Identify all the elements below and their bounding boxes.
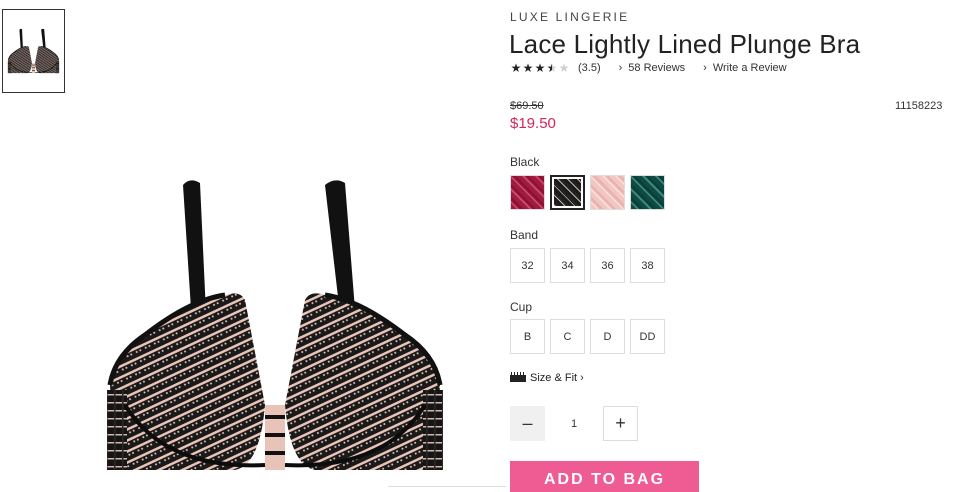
size-fit-link[interactable]: Size & Fit ›: [510, 371, 584, 384]
chevron-right-icon: ›: [618, 62, 623, 74]
quantity-stepper: – 1 +: [510, 406, 638, 441]
star-rating: ★ ★ ★ ★ ★: [510, 62, 570, 74]
cup-label: Cup: [510, 300, 533, 314]
cup-option-b[interactable]: B: [510, 319, 545, 354]
band-option-34[interactable]: 34: [550, 248, 585, 283]
product-main-image: [95, 175, 455, 475]
product-thumbnail[interactable]: [2, 9, 65, 93]
quantity-increase-button[interactable]: +: [603, 406, 638, 441]
product-sku: 11158223: [895, 100, 943, 112]
black-lace-swatch[interactable]: [550, 175, 585, 210]
chevron-right-icon: ›: [580, 372, 584, 384]
band-options: 32 34 36 38: [510, 248, 665, 283]
divider: [388, 486, 506, 487]
green-lace-swatch[interactable]: [630, 175, 665, 210]
selected-color-label: Black: [510, 155, 540, 169]
star-empty-icon: ★: [558, 61, 570, 75]
band-label: Band: [510, 228, 539, 242]
write-review-link[interactable]: Write a Review: [713, 62, 787, 74]
reviews-link[interactable]: 58 Reviews: [628, 62, 685, 74]
product-title: Lace Lightly Lined Plunge Bra: [509, 29, 861, 59]
band-option-38[interactable]: 38: [630, 248, 665, 283]
color-swatches: [510, 175, 665, 210]
bra-thumbnail-image: [7, 28, 60, 74]
star-half-icon: ★: [546, 61, 558, 75]
cup-option-d[interactable]: D: [590, 319, 625, 354]
star-icon: ★: [534, 61, 546, 75]
pink-lace-swatch[interactable]: [590, 175, 625, 210]
rating-value: (3.5): [578, 62, 601, 74]
cup-option-dd[interactable]: DD: [630, 319, 665, 354]
red-lace-swatch[interactable]: [510, 175, 545, 210]
band-option-36[interactable]: 36: [590, 248, 625, 283]
band-option-32[interactable]: 32: [510, 248, 545, 283]
size-fit-label: Size & Fit: [530, 372, 578, 384]
star-icon: ★: [522, 61, 534, 75]
ruler-icon: [510, 371, 526, 382]
original-price: $69.50: [510, 100, 544, 112]
quantity-value[interactable]: 1: [545, 418, 603, 430]
cup-options: B C D DD: [510, 319, 665, 354]
sale-price: $19.50: [510, 115, 556, 132]
rating-row: ★ ★ ★ ★ ★ (3.5) › 58 Reviews › Write a R…: [510, 62, 787, 74]
collection-label: LUXE LINGERIE: [510, 10, 630, 24]
cup-option-c[interactable]: C: [550, 319, 585, 354]
add-to-bag-button[interactable]: ADD TO BAG: [510, 461, 699, 492]
star-icon: ★: [510, 61, 522, 75]
chevron-right-icon: ›: [703, 62, 707, 74]
quantity-decrease-button[interactable]: –: [510, 406, 545, 441]
